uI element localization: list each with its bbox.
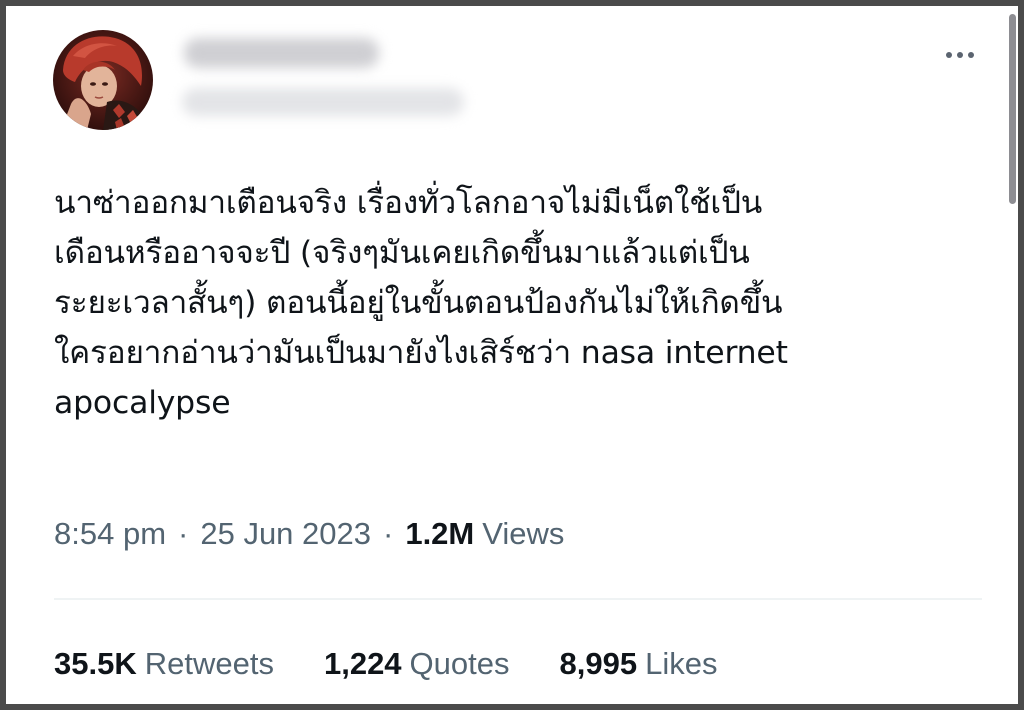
blurred-username[interactable] [182, 88, 464, 116]
quotes-label: Quotes [409, 646, 510, 681]
scrollbar[interactable] [1009, 14, 1016, 204]
likes-count: 8,995 [559, 646, 638, 681]
more-horizontal-icon [968, 52, 974, 58]
likes-stat[interactable]: 8,995 Likes [560, 646, 718, 682]
meta-separator: · [178, 516, 189, 551]
meta-separator: · [383, 516, 394, 551]
tweet-frame: นาซ่าออกมาเตือนจริง เรื่องทั่วโลกอาจไม่ม… [0, 0, 1024, 710]
tweet-meta: 8:54 pm · 25 Jun 2023 · 1.2M Views [54, 510, 564, 558]
views-label[interactable]: Views [482, 516, 564, 552]
retweets-count: 35.5K [54, 646, 137, 681]
tweet-text: นาซ่าออกมาเตือนจริง เรื่องทั่วโลกอาจไม่ม… [54, 185, 788, 421]
more-horizontal-icon [946, 52, 952, 58]
avatar-image [53, 30, 153, 130]
avatar[interactable] [53, 30, 153, 130]
tweet-date[interactable]: 25 Jun 2023 [200, 516, 371, 552]
retweets-label: Retweets [144, 646, 274, 681]
engagement-stats: 35.5K Retweets 1,224 Quotes 8,995 Likes [54, 640, 767, 688]
quotes-count: 1,224 [323, 646, 402, 681]
views-count[interactable]: 1.2M [405, 516, 474, 552]
blurred-display-name[interactable] [184, 38, 379, 68]
divider [54, 598, 982, 600]
likes-label: Likes [645, 646, 718, 681]
more-horizontal-icon [957, 52, 963, 58]
retweets-stat[interactable]: 35.5K Retweets [54, 646, 274, 682]
more-options-button[interactable] [938, 40, 982, 70]
tweet-time[interactable]: 8:54 pm [54, 516, 166, 552]
quotes-stat[interactable]: 1,224 Quotes [324, 646, 510, 682]
